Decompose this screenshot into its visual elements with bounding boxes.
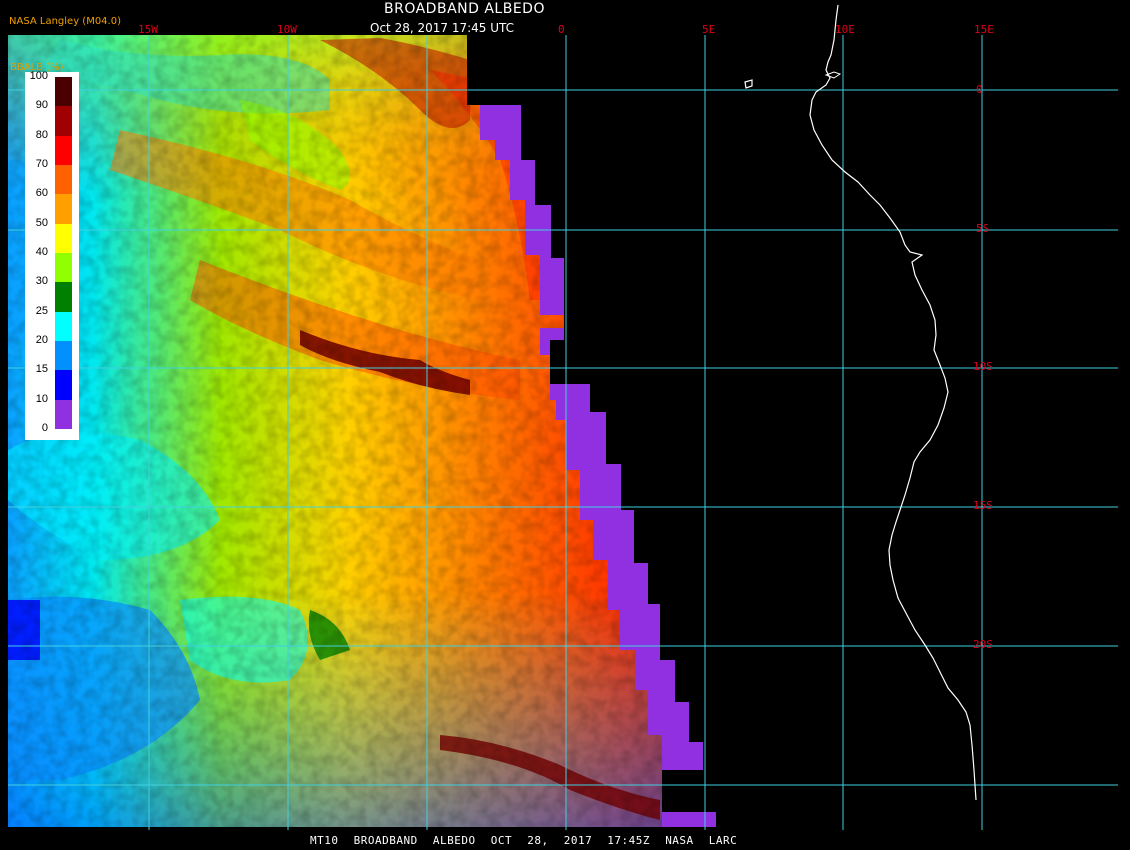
legend-tick-label: 15 [35,363,48,376]
legend-swatch [55,194,72,224]
legend-swatch [55,340,72,371]
legend-swatch [55,252,72,283]
lon-label-10e: 10E [835,23,855,36]
legend-swatch [55,370,72,400]
lon-label-10w: 10W [277,23,297,36]
legend-swatch [55,311,72,341]
legend-tick-label: 0 [41,422,48,434]
legend-colorbar [55,77,72,429]
legend-tick-label: 40 [35,246,48,258]
coastline [809,4,977,801]
lat-label-0: 0 [976,83,983,96]
legend-tick-label: 10 [35,392,48,405]
lon-label-15w: 15W [138,23,158,36]
legend-swatch [55,164,72,195]
footer-caption: MT10 BROADBAND ALBEDO OCT 28, 2017 17:45… [310,834,737,847]
footer-source: NASA LARC [665,834,738,847]
albedo-field [8,35,716,827]
footer-name: BROADBAND ALBEDO [353,834,476,847]
legend-swatch [55,282,72,312]
lat-label-15s: 15S [973,499,993,512]
legend-swatch [55,399,72,429]
legend-tick-label: 90 [35,99,48,112]
org-label: NASA Langley (M04.0) [9,16,121,27]
legend-tick-label: 100 [29,70,48,82]
map-title: BROADBAND ALBEDO [384,1,545,17]
albedo-map [8,4,1118,830]
bioko-island [744,79,753,89]
lon-label-0: 0 [558,23,565,36]
legend-tick-label: 80 [35,128,48,141]
footer-product: MT10 [310,834,339,847]
legend-tick-label: 25 [35,304,48,317]
legend-tick-label: 60 [35,187,48,200]
legend-swatch [55,223,72,253]
lon-label-15e: 15E [974,23,994,36]
legend-swatch [55,135,72,165]
legend-tick-label: 50 [35,216,48,229]
lat-label-10s: 10S [973,360,993,373]
legend-tick-label: 30 [35,275,48,288]
map-timestamp: Oct 28, 2017 17:45 UTC [370,21,514,35]
albedo-map-canvas: BROADBAND ALBEDO Oct 28, 2017 17:45 UTC … [0,0,1130,850]
legend-swatch [55,106,72,136]
lon-label-5e: 5E [702,23,716,36]
legend-tick-label: 20 [35,334,48,346]
legend-tick-label: 70 [35,158,48,170]
lat-label-5s: 5S [976,222,990,235]
lat-label-20s: 20S [973,638,993,651]
legend-swatch [55,77,72,107]
footer-datetime: OCT 28, 2017 17:45Z [490,834,651,847]
